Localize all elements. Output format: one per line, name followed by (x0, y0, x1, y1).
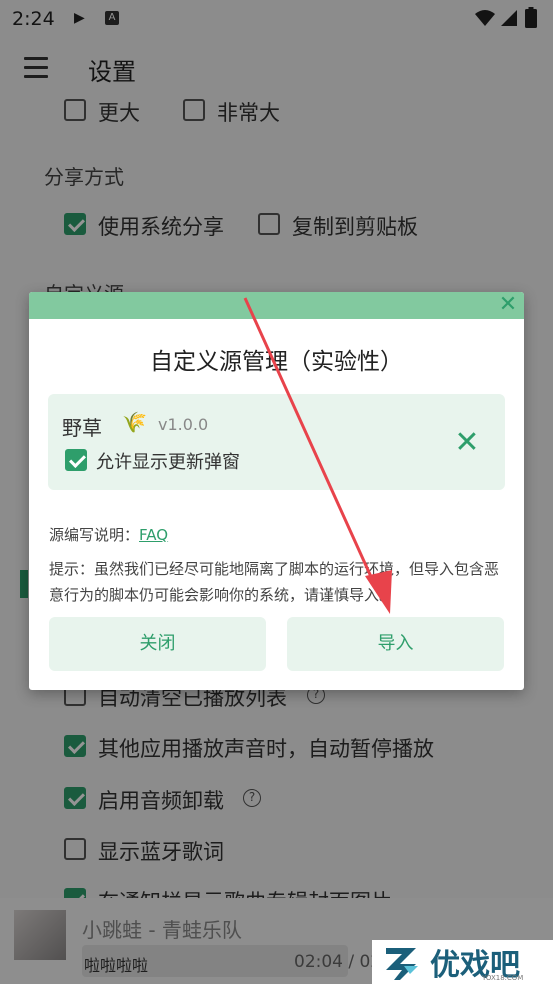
watermark-sub: YOX18.COM (482, 974, 524, 982)
close-icon[interactable]: ✕ (496, 293, 520, 317)
faq-line: 源编写说明：FAQ (49, 524, 168, 545)
dialog-header (29, 292, 524, 319)
checkbox-allow-update-popup[interactable] (65, 449, 87, 471)
remove-source-icon[interactable]: ✕ (450, 426, 484, 460)
dialog-title: 自定义源管理（实验性） (150, 349, 403, 375)
source-card: 野草 🌾 v1.0.0 ✕ 允许显示更新弹窗 (48, 394, 505, 490)
wheat-icon: 🌾 (122, 410, 147, 434)
close-button[interactable]: 关闭 (49, 617, 266, 671)
source-name: 野草 (62, 416, 102, 440)
allow-update-popup-label: 允许显示更新弹窗 (96, 452, 240, 473)
hint-text: 提示：虽然我们已经尽可能地隔离了脚本的运行环境，但导入包含恶意行为的脚本仍可能会… (49, 560, 500, 604)
faq-link[interactable]: FAQ (139, 526, 168, 544)
import-button[interactable]: 导入 (287, 617, 504, 671)
faq-prefix: 源编写说明： (49, 526, 140, 544)
source-version: v1.0.0 (158, 415, 209, 434)
custom-source-dialog: ✕ 自定义源管理（实验性） 野草 🌾 v1.0.0 ✕ 允许显示更新弹窗 源编写… (29, 292, 524, 690)
watermark-logo (386, 948, 418, 980)
